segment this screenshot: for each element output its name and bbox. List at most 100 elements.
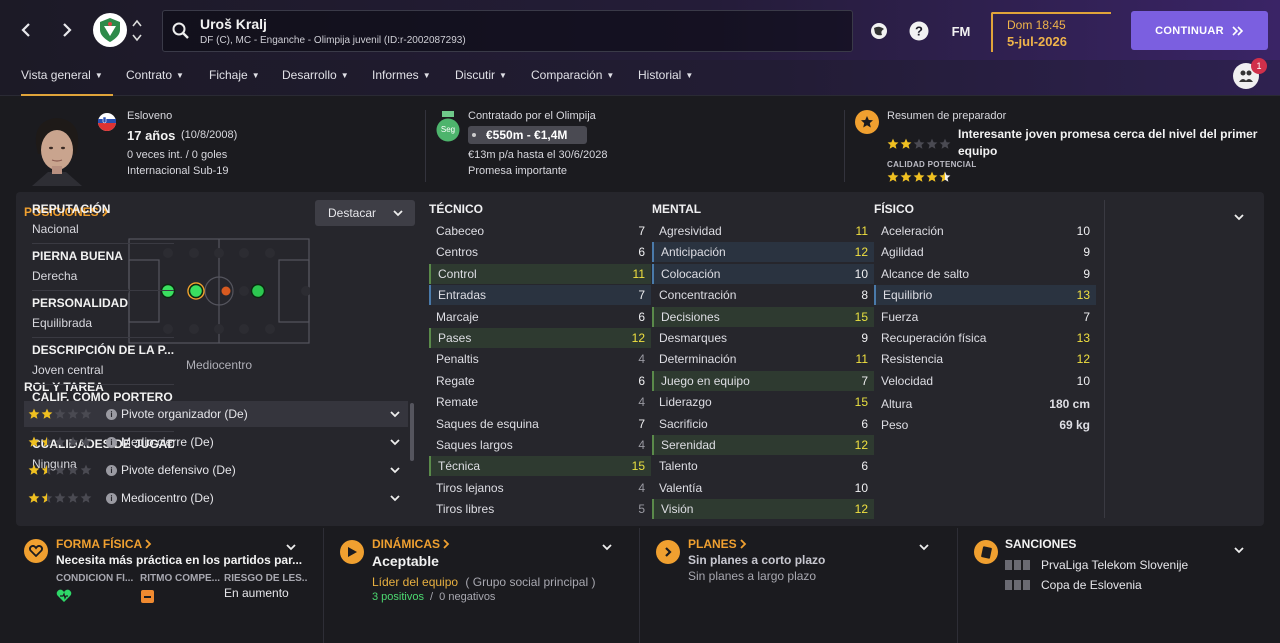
roles-scrollbar[interactable] — [410, 403, 414, 461]
role-row[interactable]: i Pivote defensivo (De) — [24, 457, 408, 483]
dynamics-link[interactable]: DINÁMICAS — [372, 537, 450, 551]
continue-button[interactable]: CONTINUAR — [1131, 11, 1268, 50]
coach-summary-text: Interesante joven promesa cerca del nive… — [958, 127, 1258, 158]
tab-bar: Vista general ▼ Contrato ▼ Fichaje ▼ Desarr… — [0, 58, 1280, 96]
help-icon[interactable]: ? — [908, 20, 930, 42]
attribute-row[interactable]: Entradas 7 — [429, 285, 651, 306]
tab-label: Contrato — [126, 68, 173, 82]
chevron-down-icon[interactable] — [286, 544, 296, 551]
attribute-row[interactable]: Control 11 — [429, 263, 651, 284]
attribute-row[interactable]: Equilibrio 13 — [874, 285, 1096, 306]
attribute-row[interactable]: Marcaje 6 — [429, 307, 651, 327]
role-row[interactable]: i Medio cierre (De) — [24, 429, 408, 455]
attribute-value: 7 — [638, 416, 645, 431]
attribute-row[interactable]: Penaltis 4 — [429, 349, 651, 369]
attribute-row[interactable]: Colocación 10 — [652, 263, 874, 284]
back-arrow-icon[interactable] — [14, 18, 38, 42]
attribute-row[interactable]: Concentración 8 — [652, 285, 874, 305]
game-date[interactable]: Dom 18:45 5-jul-2026 — [991, 12, 1111, 52]
attribute-value: 11 — [855, 224, 868, 238]
info-icon[interactable]: i — [106, 436, 117, 448]
role-label: Pivote organizador (De) — [121, 407, 248, 421]
mental-title: MENTAL — [652, 202, 702, 216]
nationality-flag-icon[interactable] — [98, 113, 116, 131]
info-icon[interactable]: i — [106, 408, 117, 420]
star-icon — [913, 171, 925, 182]
highlight-label: Destacar — [328, 206, 377, 220]
attribute-name: Penaltis — [436, 352, 479, 367]
chevron-down-icon[interactable] — [390, 494, 400, 502]
attribute-row[interactable]: Alcance de salto 9 — [874, 264, 1096, 284]
plans-link[interactable]: PLANES — [688, 537, 747, 551]
role-row[interactable]: i Pivote organizador (De) — [24, 401, 408, 427]
role-row[interactable]: i Mediocentro (De) — [24, 485, 408, 511]
attribute-row[interactable]: Saques largos 4 — [429, 435, 651, 455]
attribute-name: Regate — [436, 373, 475, 388]
divider — [32, 243, 174, 244]
attribute-row[interactable]: Recuperación física 13 — [874, 328, 1096, 348]
chevron-down-icon[interactable] — [602, 544, 612, 551]
attribute-row[interactable]: Tiros lejanos 4 — [429, 478, 651, 498]
attribute-name: Alcance de salto — [881, 266, 970, 281]
chevron-right-icon — [145, 539, 152, 549]
attribute-row[interactable]: Centros 6 — [429, 242, 651, 262]
info-icon[interactable]: i — [106, 492, 117, 504]
club-world-icon[interactable] — [868, 20, 890, 42]
tab-contract[interactable]: Contrato ▼ — [126, 68, 184, 96]
chevron-down-icon[interactable] — [390, 438, 400, 446]
attribute-row[interactable]: Agresividad 11 — [652, 221, 874, 241]
value-range-pill[interactable]: €550m - €1,4M — [468, 126, 587, 144]
tab-discuss[interactable]: Discutir ▼ — [455, 68, 507, 96]
tab-reports[interactable]: Informes ▼ — [372, 68, 431, 96]
attribute-row[interactable]: Determinación 11 — [652, 349, 874, 369]
attribute-row[interactable]: Serenidad 12 — [652, 435, 874, 455]
attribute-name: Aceleración — [881, 224, 944, 238]
chevron-down-icon[interactable] — [390, 410, 400, 418]
fm-menu-button[interactable]: FM — [946, 20, 976, 42]
attribute-row[interactable]: Técnica 15 — [429, 456, 651, 477]
info-icon[interactable]: i — [106, 464, 117, 476]
attribute-value: 6 — [638, 373, 645, 388]
attribute-row[interactable]: Aceleración 10 — [874, 221, 1096, 241]
tab-overview[interactable]: Vista general ▼ — [21, 68, 113, 96]
attribute-row[interactable]: Talento 6 — [652, 456, 874, 476]
search-bar[interactable]: Uroš Kralj DF (C), MC - Enganche - Olimp… — [162, 10, 853, 52]
attribute-row[interactable]: Tiros libres 5 — [429, 499, 651, 519]
attribute-row[interactable]: Pases 12 — [429, 328, 651, 348]
tab-development[interactable]: Desarrollo ▼ — [282, 68, 349, 96]
attribute-row[interactable]: Saques de esquina 7 — [429, 414, 651, 434]
attribute-row[interactable]: Cabeceo 7 — [429, 221, 651, 241]
attribute-row[interactable]: Remate 4 — [429, 392, 651, 412]
attribute-row[interactable]: Resistencia 12 — [874, 349, 1096, 369]
empty-star-icon — [67, 492, 79, 503]
attribute-row[interactable]: Desmarques 9 — [652, 328, 874, 348]
continue-label: CONTINUAR — [1155, 24, 1224, 37]
highlight-dropdown[interactable]: Destacar — [315, 200, 415, 226]
attribute-row[interactable]: Juego en equipo 7 — [652, 370, 874, 391]
details-chevron-down-icon[interactable] — [1234, 214, 1244, 221]
attribute-row[interactable]: Regate 6 — [429, 371, 651, 391]
plans-arrow-icon — [656, 540, 680, 564]
tab-history[interactable]: Historial ▼ — [638, 68, 693, 96]
attribute-row[interactable]: Liderazgo 15 — [652, 392, 874, 412]
fitness-link[interactable]: FORMA FÍSICA — [56, 537, 152, 551]
forward-arrow-icon[interactable] — [55, 18, 79, 42]
chevron-down-icon[interactable] — [1234, 547, 1244, 554]
contract-status-badge: Seg — [436, 111, 460, 143]
club-switch-chevrons-icon[interactable] — [132, 18, 142, 44]
chevron-down-icon[interactable] — [919, 544, 929, 551]
attribute-row[interactable]: Decisiones 15 — [652, 306, 874, 327]
attribute-row[interactable]: Velocidad 10 — [874, 371, 1096, 391]
detail-value: Joven central — [32, 363, 104, 377]
club-crest-icon[interactable] — [93, 13, 127, 47]
attribute-row[interactable]: Valentía 10 — [652, 478, 874, 498]
attribute-row[interactable]: Visión 12 — [652, 499, 874, 520]
attribute-row[interactable]: Sacrificio 6 — [652, 414, 874, 434]
attribute-row[interactable]: Anticipación 12 — [652, 242, 874, 263]
attribute-row[interactable]: Agilidad 9 — [874, 242, 1096, 262]
chevron-down-icon[interactable] — [390, 466, 400, 474]
tab-transfer[interactable]: Fichaje ▼ — [209, 68, 260, 96]
attribute-row[interactable]: Fuerza 7 — [874, 307, 1096, 327]
international-caps: 0 veces int. / 0 goles — [127, 149, 228, 161]
tab-comparison[interactable]: Comparación ▼ — [531, 68, 614, 96]
